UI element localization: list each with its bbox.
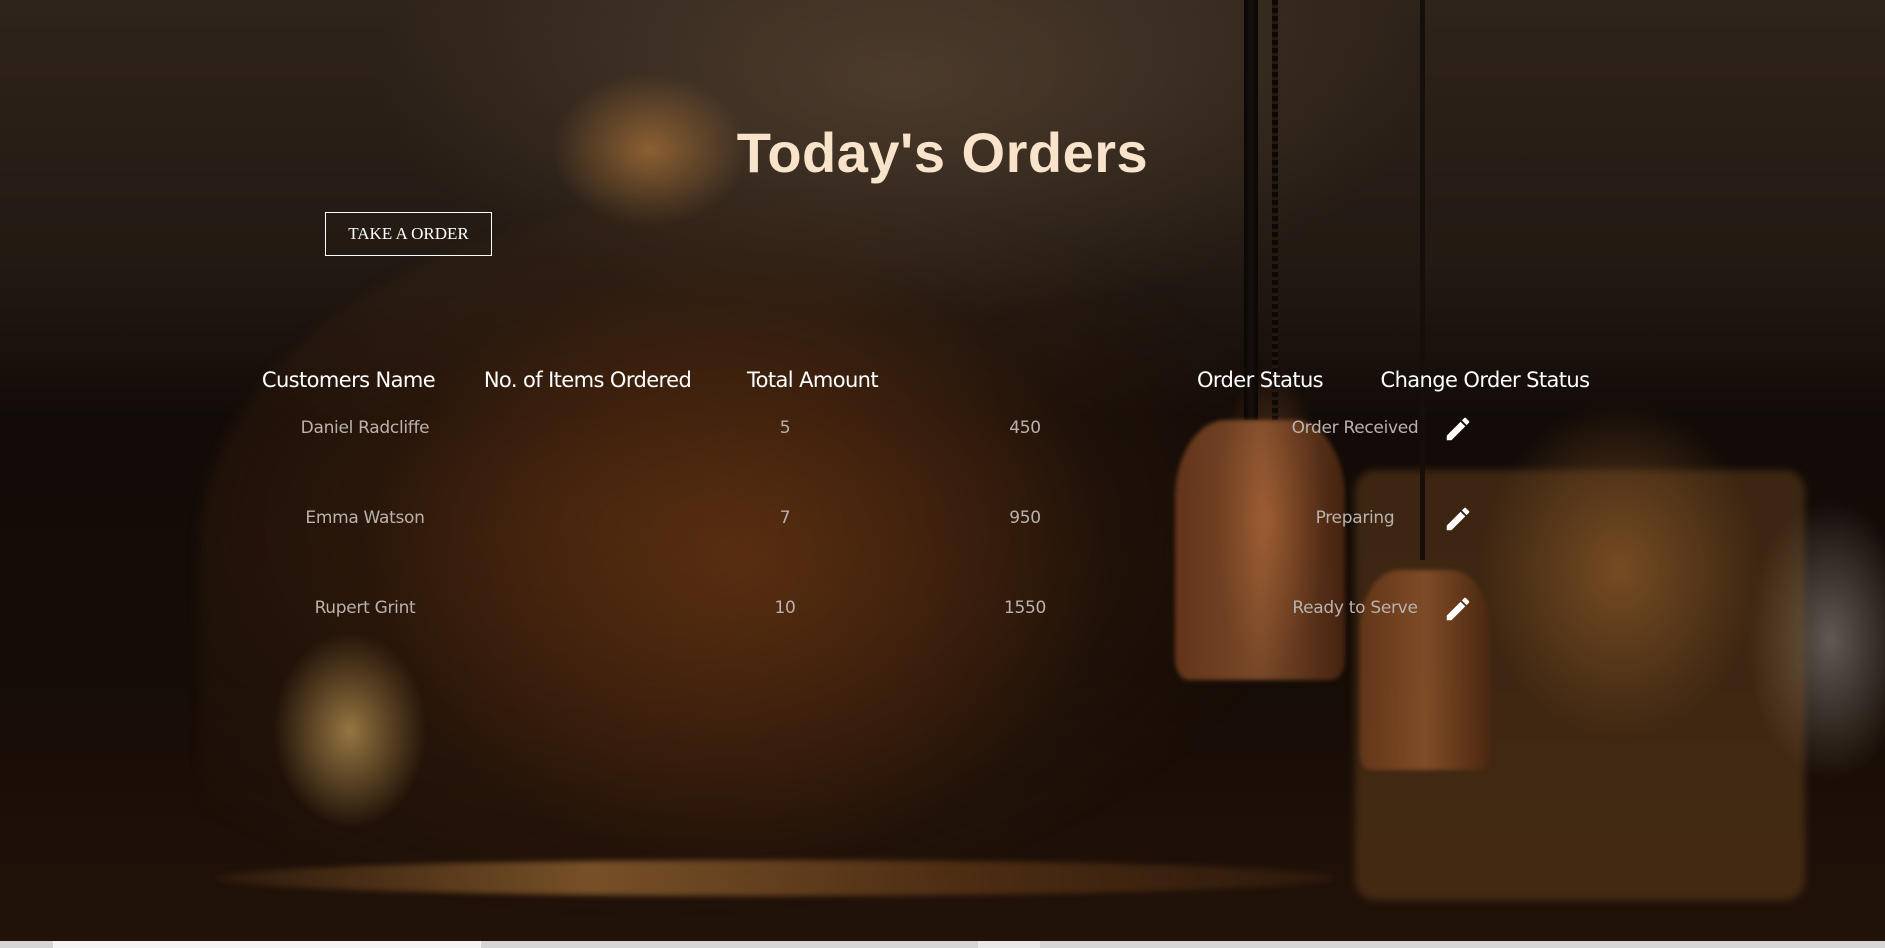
horizontal-scrollbar-segment[interactable]: [978, 941, 1040, 948]
cell-total-amount: 1550: [1003, 598, 1047, 618]
table-row: Emma Watson 7 950 Preparing: [240, 432, 1610, 531]
table-row: Daniel Radcliffe 5 450 Order Received: [240, 342, 1610, 441]
cell-items-ordered: 10: [774, 598, 796, 618]
page-title: Today's Orders: [736, 121, 1149, 184]
cell-order-status: Ready to Serve: [1292, 598, 1418, 618]
orders-table: Customers Name No. of Items Ordered Tota…: [240, 360, 1610, 621]
horizontal-scrollbar-thumb[interactable]: [53, 941, 481, 948]
cell-customer-name: Rupert Grint: [314, 598, 416, 618]
table-row: Rupert Grint 10 1550 Ready to Serve: [240, 522, 1610, 621]
take-order-button[interactable]: TAKE A ORDER: [325, 212, 492, 256]
pencil-icon[interactable]: [1443, 594, 1473, 624]
background-lamp-rim: [215, 860, 1335, 896]
